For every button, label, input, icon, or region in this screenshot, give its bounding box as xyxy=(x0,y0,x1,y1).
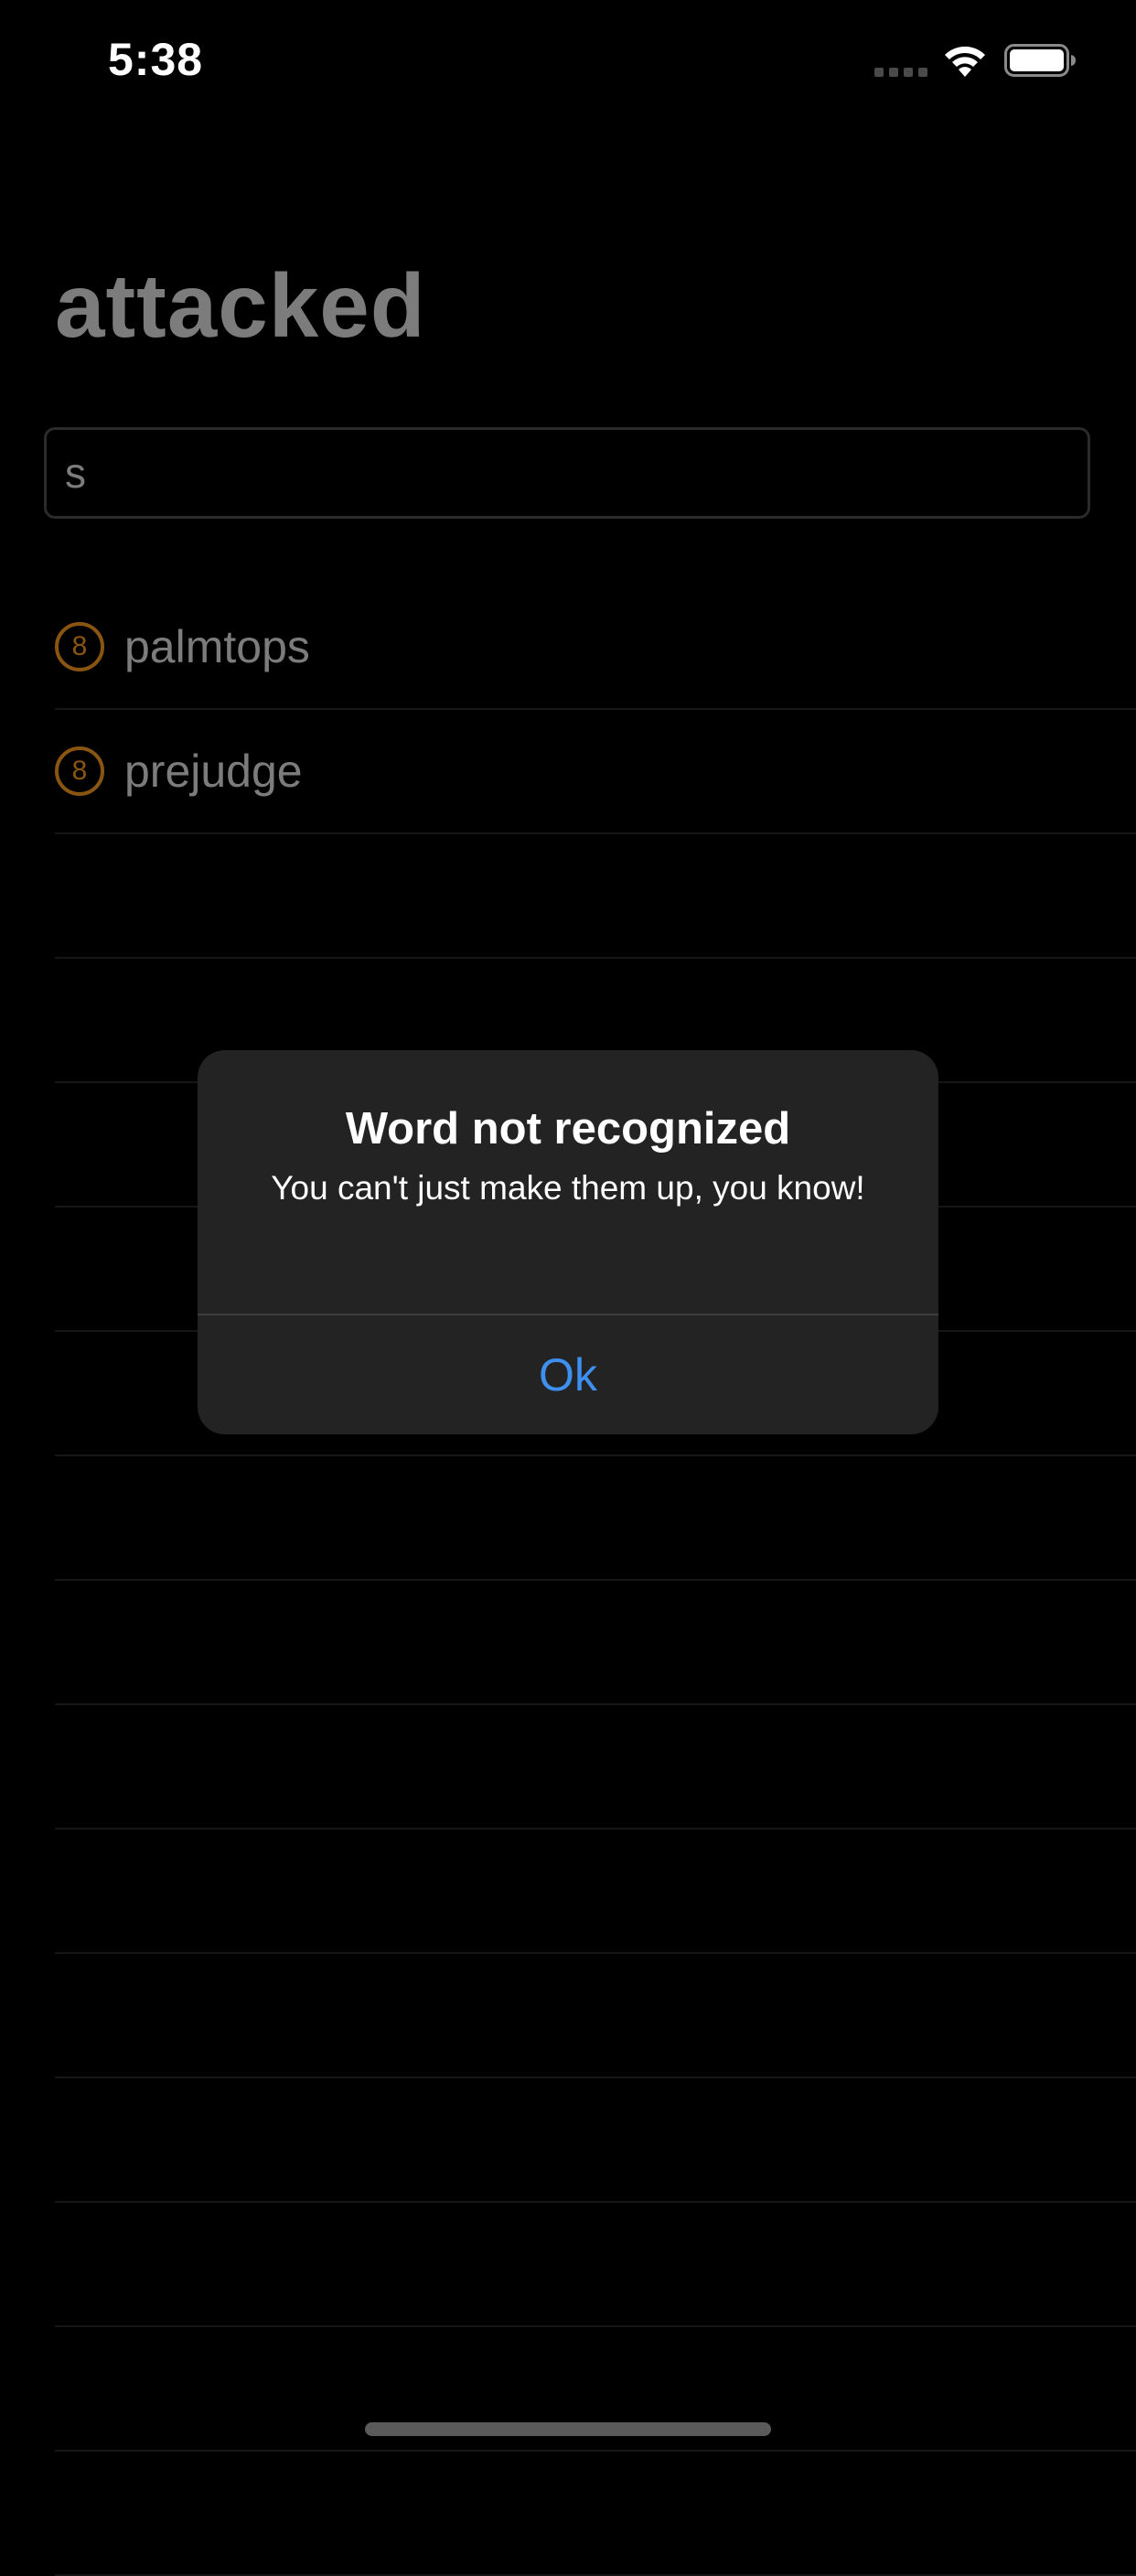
empty-row xyxy=(55,2078,1136,2203)
alert-dialog: Word not recognized You can't just make … xyxy=(198,1050,938,1434)
empty-row xyxy=(55,834,1136,959)
word-score-badge: 8 xyxy=(55,622,104,671)
empty-row xyxy=(55,1954,1136,2078)
alert-title: Word not recognized xyxy=(345,1104,791,1154)
word-row: 8 prejudge xyxy=(55,710,1136,834)
word-input[interactable] xyxy=(44,427,1090,519)
word-row: 8 palmtops xyxy=(55,585,1136,710)
home-indicator[interactable] xyxy=(365,2422,771,2436)
found-words-list: 8 palmtops 8 prejudge xyxy=(55,585,1136,2576)
empty-row xyxy=(55,2203,1136,2327)
alert-message: You can't just make them up, you know! xyxy=(271,1169,865,1207)
empty-row xyxy=(55,1581,1136,1705)
empty-row xyxy=(55,1705,1136,1830)
word-score-badge: 8 xyxy=(55,746,104,796)
word-text: prejudge xyxy=(124,746,303,797)
page-title: attacked xyxy=(55,255,426,356)
ok-button[interactable]: Ok xyxy=(198,1315,938,1434)
empty-row xyxy=(55,1456,1136,1581)
word-text: palmtops xyxy=(124,621,310,672)
empty-row xyxy=(55,1830,1136,1954)
empty-row xyxy=(55,2452,1136,2576)
